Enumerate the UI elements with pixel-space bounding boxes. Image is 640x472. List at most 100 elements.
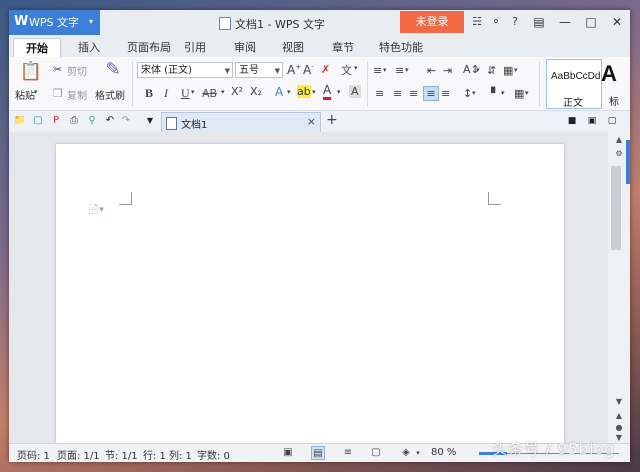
paragraph-layout-icon[interactable]: 📄▾ [88, 205, 104, 215]
status-word-count[interactable]: 字数: 0 [197, 447, 230, 462]
tab-page-layout[interactable]: 页面布局 [117, 38, 181, 57]
chevron-down-icon[interactable]: ▾ [525, 89, 529, 97]
undo-icon[interactable]: ↶ [103, 114, 117, 128]
print-preview-icon[interactable]: ⚲ [85, 114, 99, 128]
tab-insert[interactable]: 插入 [69, 38, 109, 57]
subscript-button[interactable]: X₂ [250, 85, 262, 98]
table-icon[interactable]: ▦ [503, 64, 513, 77]
format-painter-button[interactable]: 格式刷 [95, 87, 125, 102]
document-tab[interactable]: 文档1 × [161, 112, 321, 132]
bullets-icon[interactable]: ≡ [373, 64, 382, 77]
previous-page-icon[interactable]: ▲ [613, 410, 625, 422]
window-mode-icon[interactable]: ▢ [605, 114, 619, 128]
save-icon[interactable]: ▢ [31, 114, 45, 128]
font-size-select[interactable]: 五号 ▼ [235, 62, 283, 78]
sidebar-toggle-icon[interactable]: ▣ [585, 114, 599, 128]
shrink-font-icon[interactable]: A- [303, 63, 314, 77]
status-pages[interactable]: 页面: 1/1 [57, 447, 100, 462]
help-icon[interactable]: ? [507, 14, 523, 30]
align-center-icon[interactable]: ≡ [393, 87, 402, 100]
scroll-up-icon[interactable]: ▲ [613, 134, 625, 146]
outline-view-icon[interactable]: ≡ [341, 446, 355, 460]
chevron-down-icon[interactable]: ▾ [472, 89, 476, 97]
text-effect-icon[interactable]: A [275, 85, 283, 99]
justify-icon[interactable]: ≡ [423, 86, 439, 101]
superscript-button[interactable]: X² [231, 85, 243, 98]
highlight-icon[interactable]: ab [297, 85, 311, 98]
chevron-down-icon[interactable]: ▾ [312, 88, 316, 96]
cut-button[interactable]: 剪切 [67, 63, 87, 78]
chevron-down-icon[interactable]: ▾ [501, 89, 505, 97]
tab-chapter[interactable]: 章节 [323, 38, 363, 57]
backup-icon[interactable]: ■ [565, 114, 579, 128]
chevron-down-icon[interactable]: ▾ [191, 88, 195, 96]
char-shading-icon[interactable]: A [349, 85, 361, 98]
close-tab-icon[interactable]: × [307, 115, 316, 128]
tab-special-features[interactable]: 特色功能 [369, 38, 433, 57]
paragraph-shading-icon[interactable]: ▘ [491, 87, 499, 100]
fullscreen-icon[interactable]: ▣ [281, 446, 295, 460]
collapse-ribbon-icon[interactable]: ⚙ [613, 148, 625, 160]
copy-icon[interactable]: ❐ [53, 87, 63, 100]
numbering-icon[interactable]: ≡ [395, 64, 404, 77]
reading-view-icon[interactable]: ▢ [369, 446, 383, 460]
export-pdf-icon[interactable]: P [49, 114, 63, 128]
align-left-icon[interactable]: ≡ [375, 87, 384, 100]
status-page-number[interactable]: 页码: 1 [17, 447, 50, 462]
tab-references[interactable]: 引用 [175, 38, 215, 57]
chevron-down-icon[interactable]: ▾ [405, 66, 409, 74]
task-pane-tab[interactable] [626, 140, 630, 184]
tab-review[interactable]: 审阅 [225, 38, 265, 57]
restore-app-icon[interactable]: ▤ [526, 10, 552, 35]
align-right-icon[interactable]: ≡ [409, 87, 418, 100]
page-view-icon[interactable]: ▤ [311, 446, 325, 460]
line-spacing-icon[interactable]: ↕ [463, 87, 472, 100]
tab-home[interactable]: 开始 [13, 38, 61, 58]
chevron-down-icon[interactable]: ▾ [354, 64, 358, 72]
new-tab-icon[interactable]: + [326, 112, 338, 128]
scissors-icon[interactable]: ✂ [53, 63, 62, 76]
style-normal[interactable]: AaBbCcDd 正文 [546, 59, 602, 109]
tab-view[interactable]: 视图 [273, 38, 313, 57]
print-icon[interactable]: ⎙ [67, 114, 81, 128]
minimize-button[interactable]: — [552, 10, 578, 35]
status-section[interactable]: 节: 1/1 [105, 447, 138, 462]
chevron-down-icon[interactable]: ▾ [337, 88, 341, 96]
font-color-icon[interactable]: A [323, 84, 332, 100]
close-button[interactable]: ✕ [604, 10, 630, 35]
login-button[interactable]: 未登录 [400, 11, 464, 33]
pinyin-guide-icon[interactable]: 文 [341, 62, 352, 78]
chevron-down-icon[interactable]: ▼ [143, 114, 157, 128]
decrease-indent-icon[interactable]: ⇤ [427, 64, 436, 77]
scroll-down-icon[interactable]: ▼ [613, 396, 625, 408]
chevron-down-icon[interactable]: ▾ [514, 66, 518, 74]
paste-button[interactable]: 粘贴 [15, 87, 35, 102]
chevron-down-icon[interactable]: ▾ [221, 88, 225, 96]
chevron-down-icon[interactable]: ▾ [287, 88, 291, 96]
paste-icon[interactable]: 📋 [19, 61, 43, 83]
style-heading-label[interactable]: 标 [609, 93, 619, 108]
bold-button[interactable]: B [145, 86, 153, 101]
status-column[interactable]: 列: 1 [169, 447, 192, 462]
chevron-down-icon[interactable]: ▾ [476, 66, 480, 74]
open-folder-icon[interactable]: 📁 [13, 114, 27, 128]
borders-icon[interactable]: ▦ [514, 87, 524, 100]
increase-indent-icon[interactable]: ⇥ [443, 64, 452, 77]
underline-button[interactable]: U [181, 86, 190, 101]
distributed-align-icon[interactable]: ≡ [441, 87, 450, 100]
style-heading-preview[interactable]: A [601, 61, 617, 87]
italic-button[interactable]: I [164, 86, 168, 101]
scrollbar-thumb[interactable] [611, 166, 621, 250]
grow-font-icon[interactable]: A+ [287, 63, 301, 77]
document-page[interactable]: 📄▾ [56, 144, 564, 443]
sort-icon[interactable]: ⇵ [487, 64, 496, 77]
redo-icon[interactable]: ↷ [119, 114, 133, 128]
chevron-down-icon[interactable]: ▾ [411, 446, 425, 460]
chat-icon[interactable]: ⚬ [488, 14, 504, 30]
wps-app-menu-button[interactable]: W WPS 文字 ▾ [9, 10, 100, 35]
zoom-level[interactable]: 80 % [431, 447, 456, 458]
strikethrough-button[interactable]: AB [202, 87, 217, 100]
chevron-down-icon[interactable]: ▾ [383, 66, 387, 74]
status-row[interactable]: 行: 1 [143, 447, 166, 462]
chevron-down-icon[interactable]: ▾ [34, 88, 38, 96]
